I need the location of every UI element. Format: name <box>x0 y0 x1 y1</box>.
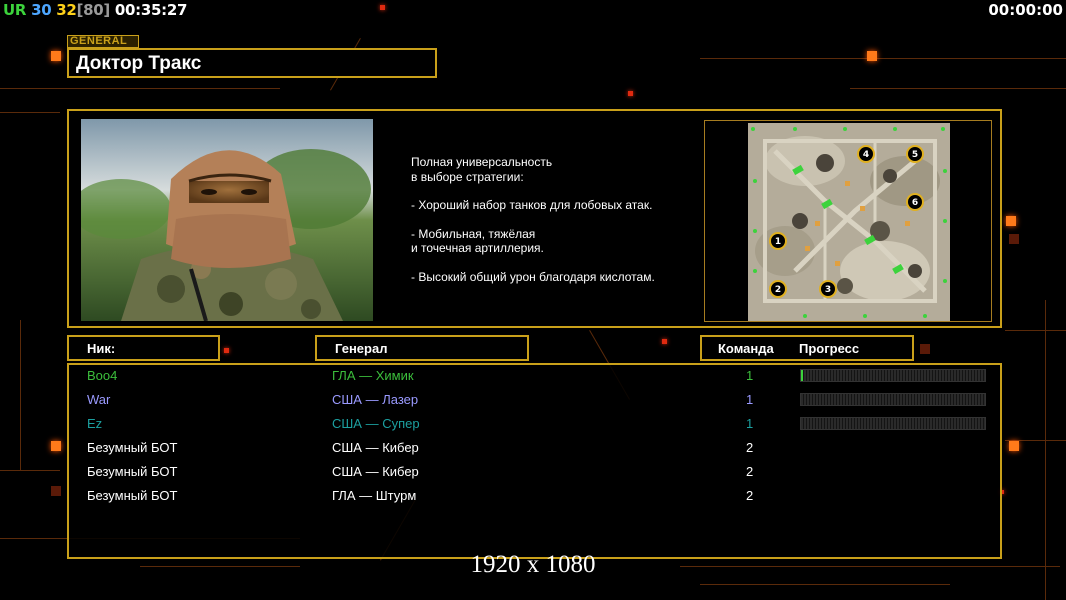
map-start-position: 2 <box>769 280 787 298</box>
player-progress-bar <box>800 393 986 406</box>
player-team: 1 <box>746 416 754 431</box>
player-team: 2 <box>746 440 754 455</box>
general-info-panel: Полная универсальность в выборе стратеги… <box>67 109 1002 328</box>
player-general: США — Супер <box>332 416 420 431</box>
general-name: Доктор Тракс <box>67 48 437 78</box>
ur-value: 30 <box>31 1 52 19</box>
hud-stats: UR 30 32[80] 00:35:27 <box>3 1 187 19</box>
players-panel: Boo4 ГЛА — Химик 1 War США — Лазер 1 Ez … <box>67 363 1002 559</box>
map-start-position: 6 <box>906 193 924 211</box>
map-start-position: 3 <box>819 280 837 298</box>
header-general: Генерал <box>315 335 529 361</box>
svg-text:6: 6 <box>912 198 918 208</box>
svg-text:3: 3 <box>825 285 831 295</box>
player-nick: War <box>87 392 111 407</box>
player-general: ГЛА — Химик <box>332 368 414 383</box>
general-description: Полная универсальность в выборе стратеги… <box>411 155 711 298</box>
fps-cap: [80] <box>76 1 111 19</box>
header-team-progress: Команда Прогресс <box>700 335 914 361</box>
player-row: War США — Лазер 1 <box>69 389 1000 413</box>
map-preview: 1 2 3 4 5 6 <box>704 120 992 322</box>
player-nick: Безумный БОТ <box>87 488 178 503</box>
header-nick: Ник: <box>67 335 220 361</box>
player-row: Безумный БОТ США — Кибер 2 <box>69 437 1000 461</box>
general-portrait <box>81 119 373 321</box>
player-general: ГЛА — Штурм <box>332 488 417 503</box>
clock: 00:35:27 <box>114 1 188 19</box>
svg-text:2: 2 <box>775 285 781 295</box>
general-tag: GENERAL <box>67 35 139 48</box>
player-progress-bar <box>800 417 986 430</box>
fps-value: 32 <box>56 1 77 19</box>
map-start-position: 1 <box>769 232 787 250</box>
player-nick: Ez <box>87 416 103 431</box>
player-nick: Безумный БОТ <box>87 464 178 479</box>
player-general: США — Кибер <box>332 440 419 455</box>
player-progress-bar <box>800 369 986 382</box>
player-nick: Безумный БОТ <box>87 440 178 455</box>
player-row: Ez США — Супер 1 <box>69 413 1000 437</box>
map-start-position: 4 <box>857 145 875 163</box>
player-nick: Boo4 <box>87 368 118 383</box>
svg-text:1: 1 <box>775 237 781 247</box>
player-general: США — Кибер <box>332 464 419 479</box>
header-progress: Прогресс <box>799 341 860 356</box>
map-start-position: 5 <box>906 145 924 163</box>
game-timer: 00:00:00 <box>988 1 1063 19</box>
description-line: - Хороший набор танков для лобовых атак. <box>411 198 653 212</box>
player-row: Boo4 ГЛА — Химик 1 <box>69 365 1000 389</box>
description-line: - Высокий общий урон благодаря кислотам. <box>411 269 655 284</box>
ur-label: UR <box>3 1 27 19</box>
player-general: США — Лазер <box>332 392 419 407</box>
player-team: 1 <box>746 368 754 383</box>
player-row: Безумный БОТ США — Кибер 2 <box>69 461 1000 485</box>
player-row: Безумный БОТ ГЛА — Штурм 2 <box>69 485 1000 509</box>
progress-fill <box>801 370 803 381</box>
svg-text:5: 5 <box>912 150 918 160</box>
resolution-label: 1920 x 1080 <box>470 551 596 578</box>
description-line: Полная универсальность в выборе стратеги… <box>411 155 553 184</box>
header-team: Команда <box>718 341 774 356</box>
player-team: 2 <box>746 488 754 503</box>
player-team: 1 <box>746 392 754 407</box>
player-team: 2 <box>746 464 754 479</box>
svg-text:4: 4 <box>863 150 869 160</box>
description-line: - Мобильная, тяжёлая и точечная артиллер… <box>411 226 544 256</box>
